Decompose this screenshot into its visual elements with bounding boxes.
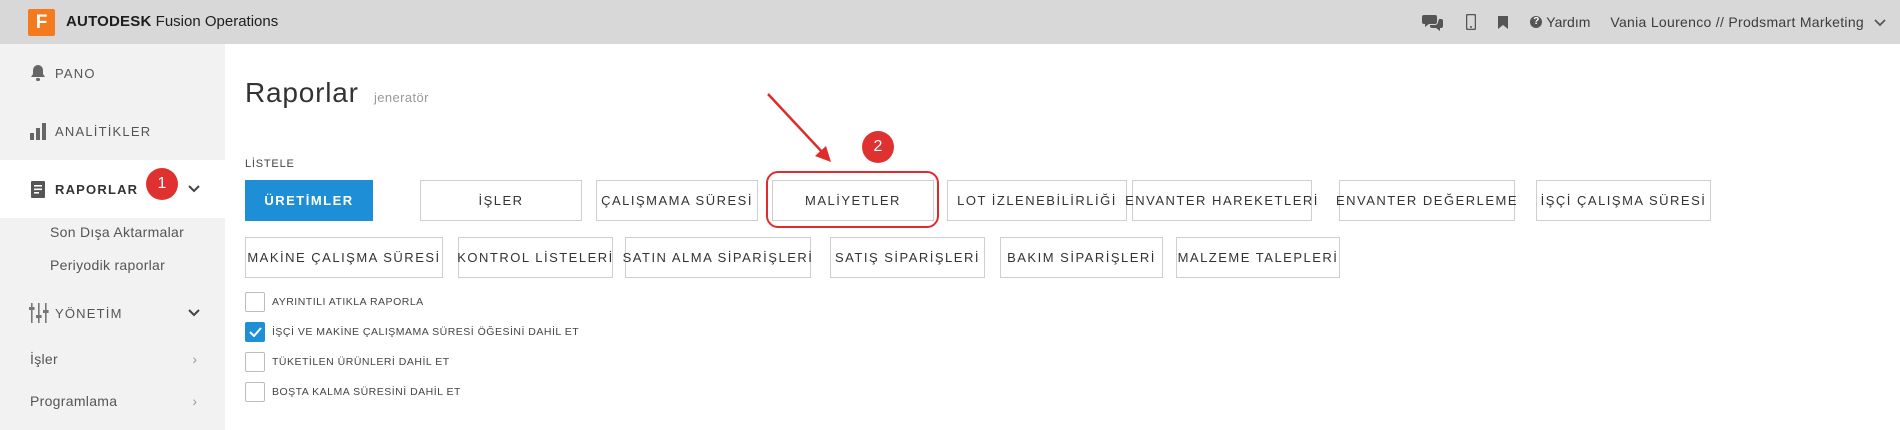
- sidebar-item-raporlar[interactable]: RAPORLAR: [0, 160, 225, 218]
- checkbox-label: İŞÇİ VE MAKİNE ÇALIŞMAMA SÜRESİ ÖĞESİNİ …: [272, 326, 580, 338]
- main-content: Raporlar jeneratör LİSTELE ÜRETİMLER İŞL…: [225, 44, 1900, 430]
- sidebar-item-analitikler[interactable]: ANALİTİKLER: [0, 102, 225, 160]
- report-button-isler[interactable]: İŞLER: [420, 180, 582, 221]
- help-label: Yardım: [1546, 14, 1591, 30]
- sidebar-item-isler[interactable]: İşler: [30, 351, 58, 367]
- bell-icon: [28, 63, 48, 83]
- top-bar: F AUTODESK Fusion Operations ? Yardım Va…: [0, 0, 1900, 44]
- sidebar: PANO ANALİTİKLER RAPORLAR 1 Son Dışa Akt…: [0, 44, 225, 430]
- user-menu[interactable]: Vania Lourenco // Prodsmart Marketing: [1610, 14, 1886, 30]
- report-button-bakim-siparisleri[interactable]: BAKIM SİPARİŞLERİ: [1000, 237, 1163, 278]
- report-button-makine-calisma-suresi[interactable]: MAKİNE ÇALIŞMA SÜRESİ: [245, 237, 443, 278]
- checkbox-label: AYRINTILI ATIKLA RAPORLA: [272, 296, 424, 308]
- app-logo[interactable]: F: [28, 9, 55, 36]
- annotation-highlight: [766, 171, 939, 228]
- checkbox-row: BOŞTA KALMA SÜRESİNİ DAHİL ET: [245, 382, 461, 402]
- user-name: Vania Lourenco // Prodsmart Marketing: [1610, 14, 1864, 30]
- chevron-down-icon[interactable]: [188, 180, 200, 198]
- sidebar-item-programlama[interactable]: Programlama: [30, 393, 117, 409]
- report-icon: [28, 179, 48, 199]
- report-button-calismama-suresi[interactable]: ÇALIŞMAMA SÜRESİ: [596, 180, 758, 221]
- checkbox-row: TÜKETİLEN ÜRÜNLERİ DAHİL ET: [245, 352, 450, 372]
- section-label: LİSTELE: [245, 158, 295, 170]
- checkbox-isci-makine-calismama[interactable]: [245, 322, 265, 342]
- mobile-icon[interactable]: [1466, 14, 1477, 30]
- brand-bold: AUTODESK: [66, 13, 152, 30]
- chevron-right-icon: ›: [192, 393, 197, 409]
- page-subtitle: jeneratör: [374, 90, 429, 105]
- annotation-badge-1: 1: [146, 168, 178, 200]
- report-button-kontrol-listeleri[interactable]: KONTROL LİSTELERİ: [457, 237, 613, 278]
- chevron-right-icon: ›: [192, 351, 197, 367]
- sidebar-item-label: RAPORLAR: [55, 181, 139, 197]
- sidebar-item-label: PANO: [55, 65, 96, 81]
- sliders-icon: [28, 302, 50, 324]
- sidebar-item-pano[interactable]: PANO: [0, 44, 225, 102]
- sidebar-item-label: ANALİTİKLER: [55, 123, 152, 139]
- report-button-envanter-hareketleri[interactable]: ENVANTER HAREKETLERİ: [1125, 180, 1317, 221]
- checkbox-label: TÜKETİLEN ÜRÜNLERİ DAHİL ET: [272, 356, 450, 368]
- checkbox-label: BOŞTA KALMA SÜRESİNİ DAHİL ET: [272, 386, 461, 398]
- report-button-satin-alma-siparisleri[interactable]: SATIN ALMA SİPARİŞLERİ: [623, 237, 812, 278]
- sidebar-item-yonetim[interactable]: YÖNETİM: [0, 284, 225, 342]
- report-button-malzeme-talepleri[interactable]: MALZEME TALEPLERİ: [1176, 237, 1340, 278]
- chevron-down-icon[interactable]: [188, 304, 200, 322]
- report-button-lot-izlenebilirligi[interactable]: LOT İZLENEBİLİRLİĞİ: [947, 180, 1127, 221]
- checkbox-ayrintili-atik[interactable]: [245, 292, 265, 312]
- bar-chart-icon: [28, 121, 48, 141]
- chevron-down-icon: [1874, 14, 1886, 30]
- report-button-envanter-degerleme[interactable]: ENVANTER DEĞERLEME: [1336, 180, 1517, 221]
- question-icon: ?: [1530, 16, 1543, 28]
- page-title: Raporlar: [245, 77, 359, 108]
- report-button-satis-siparisleri[interactable]: SATIŞ SİPARİŞLERİ: [830, 237, 985, 278]
- checkbox-bosta-kalma-suresi[interactable]: [245, 382, 265, 402]
- checkbox-tuketilen-urunler[interactable]: [245, 352, 265, 372]
- checkbox-row: AYRINTILI ATIKLA RAPORLA: [245, 292, 424, 312]
- bookmark-icon[interactable]: [1498, 15, 1509, 29]
- help-link[interactable]: ? Yardım: [1530, 14, 1590, 30]
- checkbox-row: İŞÇİ VE MAKİNE ÇALIŞMAMA SÜRESİ ÖĞESİNİ …: [245, 322, 579, 342]
- sidebar-subitem-periyodik-raporlar[interactable]: Periyodik raporlar: [50, 257, 165, 273]
- app-brand: AUTODESK Fusion Operations: [66, 13, 278, 30]
- chat-icon[interactable]: [1422, 13, 1444, 31]
- report-button-isci-calisma-suresi[interactable]: İŞÇİ ÇALIŞMA SÜRESİ: [1536, 180, 1711, 221]
- sidebar-item-label: YÖNETİM: [55, 305, 123, 321]
- report-button-uretimler[interactable]: ÜRETİMLER: [245, 180, 373, 221]
- sidebar-subitem-son-disa-aktarmalar[interactable]: Son Dışa Aktarmalar: [50, 224, 184, 240]
- top-right-actions: ? Yardım Vania Lourenco // Prodsmart Mar…: [1422, 0, 1886, 44]
- brand-rest: Fusion Operations: [151, 13, 279, 30]
- annotation-badge-2: 2: [862, 131, 894, 163]
- check-icon: [248, 327, 262, 337]
